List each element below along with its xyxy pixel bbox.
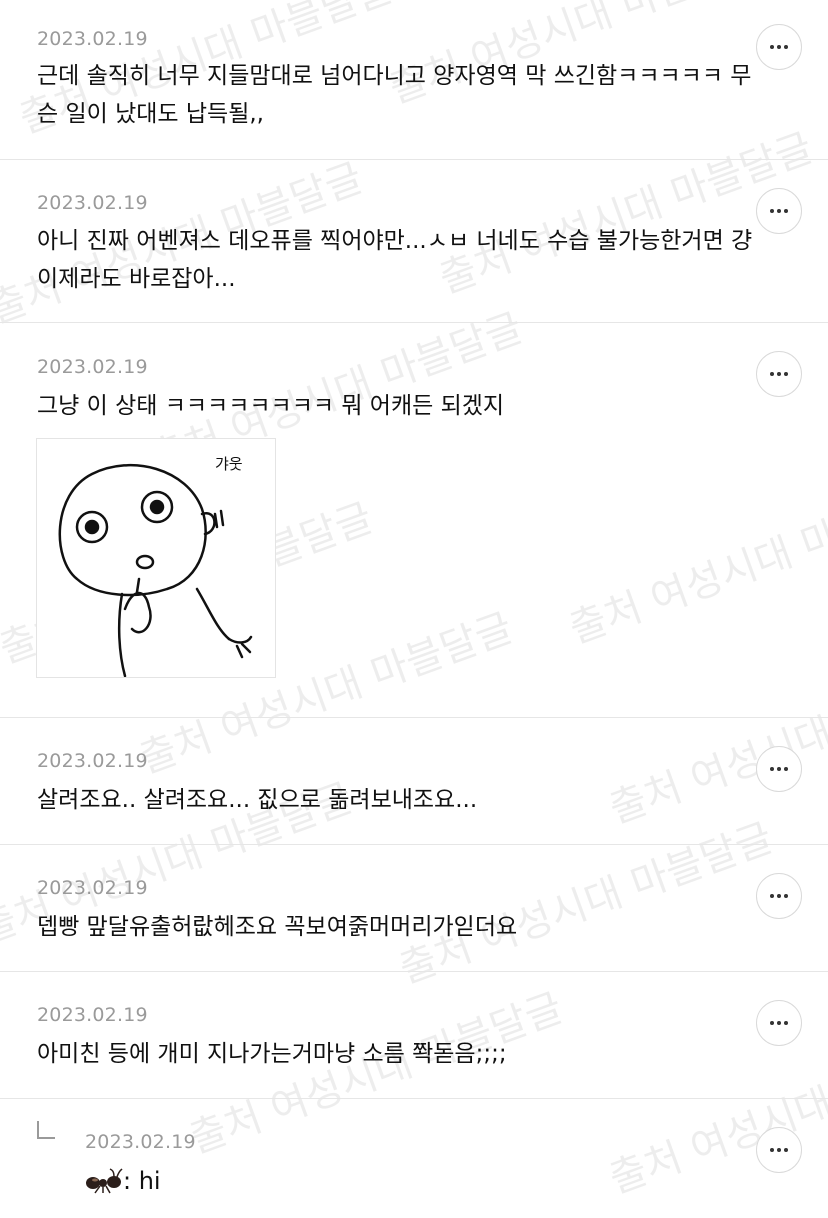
more-dots-icon — [770, 372, 788, 376]
comment-text: 아미친 등에 개미 지나가는거마냥 소름 쫙돋음;;;; — [37, 1041, 507, 1067]
more-options-button[interactable] — [756, 746, 802, 792]
comment-date: 2023.02.19 — [37, 1004, 148, 1026]
comment-text: 그냥 이 상태 ㅋㅋㅋㅋㅋㅋㅋㅋ 뭐 어캐든 되겠지 — [37, 393, 505, 419]
more-dots-icon — [770, 1148, 788, 1152]
reply-date: 2023.02.19 — [85, 1131, 196, 1153]
comment-item: 2023.02.19 그냥 이 상태 ㅋㅋㅋㅋㅋㅋㅋㅋ 뭐 어캐든 되겠지 갸웃 — [0, 323, 828, 718]
more-options-button[interactable] — [756, 188, 802, 234]
reply-item: 2023.02.19 : hi — [0, 1099, 828, 1218]
more-options-button[interactable] — [756, 873, 802, 919]
comment-item: 2023.02.19 아미친 등에 개미 지나가는거마냥 소름 쫙돋음;;;; — [0, 972, 828, 1099]
more-options-button[interactable] — [756, 351, 802, 397]
comment-item: 2023.02.19 살려조요.. 살려조요... 짒으로 돎려보내조요... — [0, 718, 828, 845]
comment-date: 2023.02.19 — [37, 877, 148, 899]
more-dots-icon — [770, 45, 788, 49]
comment-text: 아니 진짜 어벤져스 데오퓨를 찍어야만...ㅅㅂ 너네도 수습 불가능한거면 … — [37, 228, 753, 292]
more-options-button[interactable] — [756, 1000, 802, 1046]
comment-text: 뎁빵 맢달유출허랎헤조요 꼭보여줅머머리가읻더요 — [37, 914, 518, 940]
sticker-image: 갸웃 — [36, 438, 276, 678]
comment-text: 살려조요.. 살려조요... 짒으로 돎려보내조요... — [37, 787, 478, 813]
comment-date: 2023.02.19 — [37, 192, 148, 214]
more-dots-icon — [770, 1021, 788, 1025]
comment-item: 2023.02.19 근데 솔직히 너무 지들맘대로 넘어다니고 양자영역 막 … — [0, 0, 828, 160]
comment-item: 2023.02.19 뎁빵 맢달유출허랎헤조요 꼭보여줅머머리가읻더요 — [0, 845, 828, 972]
reply-content: : hi — [85, 1164, 161, 1198]
comment-item: 2023.02.19 아니 진짜 어벤져스 데오퓨를 찍어야만...ㅅㅂ 너네도… — [0, 160, 828, 323]
comment-date: 2023.02.19 — [37, 356, 148, 378]
comment-date: 2023.02.19 — [37, 28, 148, 50]
more-dots-icon — [770, 894, 788, 898]
sticker-caption: 갸웃 — [215, 455, 243, 473]
comment-date: 2023.02.19 — [37, 750, 148, 772]
ant-icon — [86, 1168, 123, 1194]
comment-text: 근데 솔직히 너무 지들맘대로 넘어다니고 양자영역 막 쓰긴함ㅋㅋㅋㅋㅋ 무슨… — [37, 63, 752, 127]
reply-arrow-icon — [37, 1121, 55, 1139]
more-dots-icon — [770, 209, 788, 213]
more-options-button[interactable] — [756, 1127, 802, 1173]
more-dots-icon — [770, 767, 788, 771]
confused-character-sticker: 갸웃 — [58, 455, 253, 678]
reply-text: : hi — [123, 1167, 161, 1195]
more-options-button[interactable] — [756, 24, 802, 70]
